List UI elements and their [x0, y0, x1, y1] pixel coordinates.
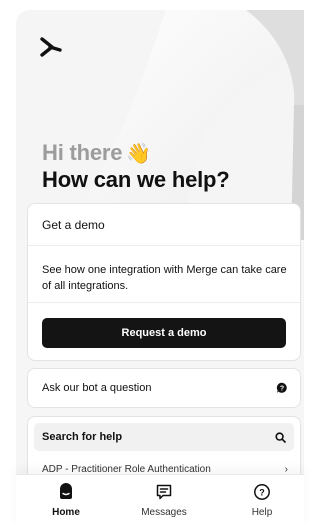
- question-bubble-icon: ?: [276, 382, 287, 393]
- help-circle-icon: ?: [254, 484, 270, 500]
- ask-bot-label: Ask our bot a question: [42, 382, 152, 394]
- demo-card: Get a demo See how one integration with …: [27, 203, 301, 361]
- tab-home-label: Home: [52, 507, 80, 518]
- divider: [28, 245, 300, 246]
- divider: [28, 302, 300, 303]
- messages-icon: [156, 484, 172, 500]
- ask-bot-card[interactable]: Ask our bot a question ?: [27, 368, 301, 408]
- tab-home[interactable]: Home: [26, 483, 106, 518]
- search-help-label: Search for help: [42, 431, 123, 443]
- bottom-nav: Home Messages ? Help: [16, 474, 304, 528]
- home-icon: [60, 483, 72, 499]
- demo-card-description: See how one integration with Merge can t…: [42, 264, 287, 292]
- search-help-input[interactable]: Search for help: [34, 423, 294, 451]
- page-title: How can we help?: [42, 167, 230, 192]
- greeting-label: Hi there: [42, 140, 123, 165]
- search-icon: [275, 431, 286, 443]
- tab-help-label: Help: [251, 507, 273, 518]
- request-demo-button[interactable]: Request a demo: [42, 318, 286, 348]
- waving-hand-icon: 👋: [126, 143, 152, 165]
- tab-messages[interactable]: Messages: [124, 483, 204, 518]
- svg-text:?: ?: [259, 487, 265, 497]
- merge-logo-icon: [40, 37, 62, 57]
- svg-text:?: ?: [280, 386, 284, 393]
- demo-card-title: Get a demo: [42, 218, 105, 232]
- tab-help[interactable]: ? Help: [222, 483, 302, 518]
- greeting-text: Hi there 👋: [42, 140, 151, 166]
- tab-messages-label: Messages: [141, 507, 187, 518]
